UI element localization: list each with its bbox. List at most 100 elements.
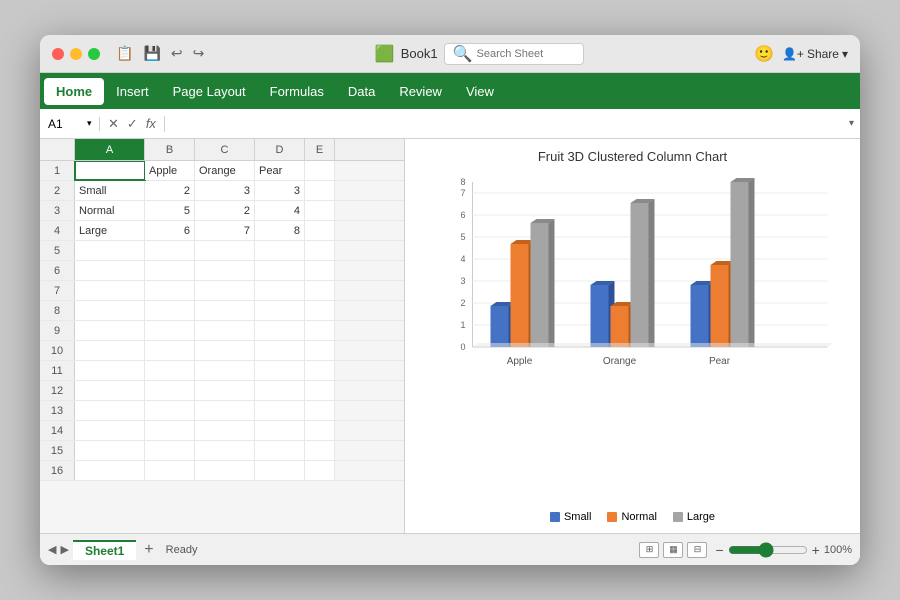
cell[interactable]	[195, 401, 255, 420]
cell[interactable]	[305, 461, 335, 480]
cell[interactable]	[145, 301, 195, 320]
cell[interactable]	[195, 381, 255, 400]
cell[interactable]	[145, 321, 195, 340]
cell[interactable]	[145, 441, 195, 460]
cell[interactable]	[305, 261, 335, 280]
prev-sheet-button[interactable]: ◀	[48, 543, 56, 556]
cell[interactable]	[255, 321, 305, 340]
redo-icon[interactable]: ↪	[193, 45, 205, 62]
add-sheet-button[interactable]: +	[140, 541, 157, 559]
grid-cell-A4[interactable]: Large	[75, 221, 145, 240]
col-header-D[interactable]: D	[255, 139, 305, 160]
cell[interactable]	[195, 301, 255, 320]
grid-cell-D4[interactable]: 8	[255, 221, 305, 240]
cell[interactable]	[255, 401, 305, 420]
minimize-button[interactable]	[70, 48, 82, 60]
cell[interactable]	[195, 361, 255, 380]
cell[interactable]	[145, 261, 195, 280]
cell[interactable]	[75, 401, 145, 420]
cell[interactable]	[195, 461, 255, 480]
smiley-icon[interactable]: 🙂	[754, 44, 774, 64]
cell[interactable]	[145, 381, 195, 400]
zoom-in-button[interactable]: +	[812, 542, 820, 558]
grid-cell-E3[interactable]	[305, 201, 335, 220]
cell[interactable]	[305, 241, 335, 260]
cell[interactable]	[255, 381, 305, 400]
cell[interactable]	[195, 241, 255, 260]
page-layout-view-button[interactable]: ▦	[663, 542, 683, 558]
grid-cell-A2[interactable]: Small	[75, 181, 145, 200]
grid-cell-C3[interactable]: 2	[195, 201, 255, 220]
confirm-formula-icon[interactable]: ✓	[127, 116, 138, 132]
page-break-view-button[interactable]: ⊟	[687, 542, 707, 558]
grid-cell-C1[interactable]: Orange	[195, 161, 255, 180]
search-input[interactable]	[477, 48, 575, 60]
formula-dropdown-icon[interactable]: ▾	[849, 118, 860, 129]
cell[interactable]	[75, 361, 145, 380]
cell[interactable]	[255, 281, 305, 300]
grid-cell-B2[interactable]: 2	[145, 181, 195, 200]
cell[interactable]	[255, 441, 305, 460]
cell[interactable]	[145, 421, 195, 440]
grid-cell-E4[interactable]	[305, 221, 335, 240]
cell[interactable]	[195, 441, 255, 460]
cell[interactable]	[75, 321, 145, 340]
cell[interactable]	[75, 301, 145, 320]
tab-view[interactable]: View	[454, 78, 506, 105]
search-box[interactable]: 🔍	[444, 43, 584, 65]
dropdown-icon[interactable]: ▾	[87, 118, 92, 129]
cell[interactable]	[75, 341, 145, 360]
cell[interactable]	[145, 401, 195, 420]
grid-cell-B3[interactable]: 5	[145, 201, 195, 220]
tab-page-layout[interactable]: Page Layout	[161, 78, 258, 105]
undo-icon[interactable]: ↩	[171, 45, 183, 62]
grid-cell-B4[interactable]: 6	[145, 221, 195, 240]
cell[interactable]	[255, 301, 305, 320]
zoom-out-button[interactable]: −	[715, 542, 723, 558]
save-icon[interactable]: 💾	[143, 45, 160, 62]
grid-cell-D3[interactable]: 4	[255, 201, 305, 220]
maximize-button[interactable]	[88, 48, 100, 60]
col-header-B[interactable]: B	[145, 139, 195, 160]
normal-view-button[interactable]: ⊞	[639, 542, 659, 558]
cell[interactable]	[75, 261, 145, 280]
formula-input[interactable]	[165, 117, 849, 131]
tab-review[interactable]: Review	[387, 78, 454, 105]
cell-ref-input[interactable]	[48, 117, 83, 131]
cell[interactable]	[305, 441, 335, 460]
contact-icon[interactable]: 📋	[116, 45, 133, 62]
cell[interactable]	[75, 421, 145, 440]
cell[interactable]	[255, 461, 305, 480]
tab-formulas[interactable]: Formulas	[258, 78, 336, 105]
col-header-A[interactable]: A	[75, 139, 145, 160]
cell[interactable]	[305, 401, 335, 420]
grid-cell-E1[interactable]	[305, 161, 335, 180]
cell[interactable]	[75, 461, 145, 480]
cell[interactable]	[255, 421, 305, 440]
share-button[interactable]: 👤+ Share ▾	[782, 47, 848, 61]
cell[interactable]	[195, 341, 255, 360]
grid-cell-C2[interactable]: 3	[195, 181, 255, 200]
cell[interactable]	[195, 421, 255, 440]
grid-cell-E2[interactable]	[305, 181, 335, 200]
grid-cell-A3[interactable]: Normal	[75, 201, 145, 220]
cell[interactable]	[75, 441, 145, 460]
cell[interactable]	[305, 341, 335, 360]
tab-insert[interactable]: Insert	[104, 78, 161, 105]
tab-home[interactable]: Home	[44, 78, 104, 105]
cell[interactable]	[195, 261, 255, 280]
col-header-E[interactable]: E	[305, 139, 335, 160]
cell[interactable]	[305, 361, 335, 380]
cell[interactable]	[75, 241, 145, 260]
grid-cell-B1[interactable]: Apple	[145, 161, 195, 180]
zoom-slider[interactable]	[728, 542, 808, 558]
grid-cell-A1[interactable]	[75, 161, 145, 180]
col-header-C[interactable]: C	[195, 139, 255, 160]
cell[interactable]	[305, 301, 335, 320]
cell[interactable]	[255, 241, 305, 260]
cell[interactable]	[75, 281, 145, 300]
cell[interactable]	[255, 361, 305, 380]
next-sheet-button[interactable]: ▶	[60, 543, 68, 556]
cell[interactable]	[145, 241, 195, 260]
cell[interactable]	[305, 381, 335, 400]
